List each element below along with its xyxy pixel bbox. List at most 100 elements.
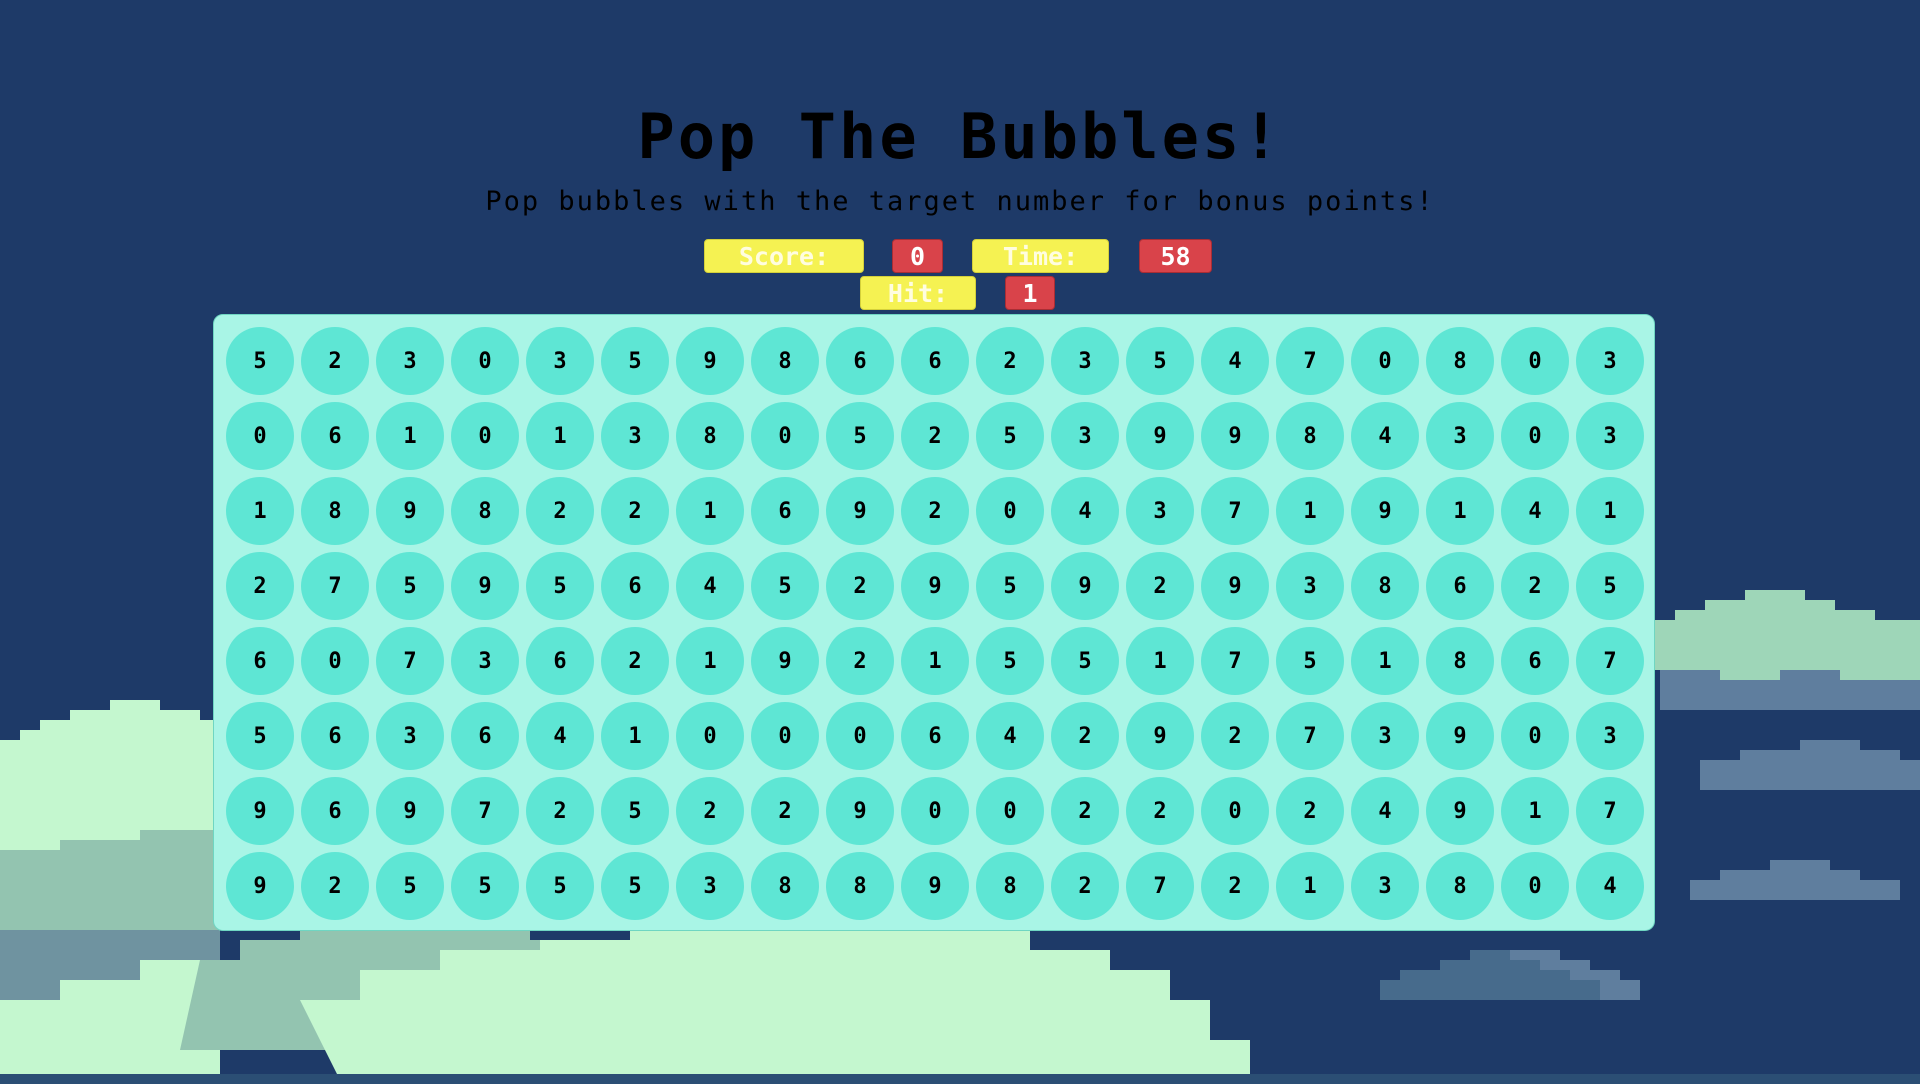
bubble[interactable]: 9 (1201, 552, 1269, 620)
bubble[interactable]: 2 (601, 627, 669, 695)
bubble[interactable]: 3 (1276, 552, 1344, 620)
bubble[interactable]: 5 (226, 702, 294, 770)
bubble[interactable]: 9 (826, 477, 894, 545)
bubble[interactable]: 2 (826, 552, 894, 620)
bubble[interactable]: 8 (1426, 627, 1494, 695)
bubble[interactable]: 1 (1501, 777, 1569, 845)
bubble[interactable]: 2 (751, 777, 819, 845)
bubble[interactable]: 0 (1351, 327, 1419, 395)
bubble[interactable]: 3 (1351, 852, 1419, 920)
bubble[interactable]: 9 (1426, 702, 1494, 770)
bubble[interactable]: 5 (226, 327, 294, 395)
bubble[interactable]: 1 (1126, 627, 1194, 695)
bubble[interactable]: 9 (1126, 402, 1194, 470)
bubble[interactable]: 5 (526, 552, 594, 620)
bubble[interactable]: 0 (1501, 402, 1569, 470)
bubble[interactable]: 7 (1576, 777, 1644, 845)
bubble[interactable]: 0 (976, 477, 1044, 545)
bubble[interactable]: 1 (901, 627, 969, 695)
bubble[interactable]: 4 (526, 702, 594, 770)
bubble[interactable]: 5 (976, 402, 1044, 470)
bubble[interactable]: 3 (1576, 702, 1644, 770)
bubble[interactable]: 5 (601, 327, 669, 395)
bubble[interactable]: 0 (826, 702, 894, 770)
bubble[interactable]: 9 (376, 477, 444, 545)
bubble[interactable]: 7 (1576, 627, 1644, 695)
bubble[interactable]: 8 (451, 477, 519, 545)
bubble[interactable]: 7 (1201, 477, 1269, 545)
bubble[interactable]: 2 (1201, 702, 1269, 770)
bubble[interactable]: 5 (976, 627, 1044, 695)
bubble[interactable]: 6 (301, 702, 369, 770)
bubble[interactable]: 1 (1276, 852, 1344, 920)
bubble[interactable]: 3 (376, 327, 444, 395)
bubble[interactable]: 5 (601, 777, 669, 845)
bubble[interactable]: 9 (376, 777, 444, 845)
bubble[interactable]: 4 (1201, 327, 1269, 395)
bubble[interactable]: 4 (1351, 777, 1419, 845)
bubble[interactable]: 8 (751, 852, 819, 920)
bubble[interactable]: 5 (601, 852, 669, 920)
bubble[interactable]: 1 (1351, 627, 1419, 695)
bubble[interactable]: 8 (826, 852, 894, 920)
bubble[interactable]: 2 (826, 627, 894, 695)
bubble[interactable]: 1 (601, 702, 669, 770)
bubble[interactable]: 7 (301, 552, 369, 620)
bubble[interactable]: 2 (976, 327, 1044, 395)
bubble[interactable]: 4 (676, 552, 744, 620)
bubble[interactable]: 6 (751, 477, 819, 545)
bubble[interactable]: 7 (1276, 327, 1344, 395)
bubble[interactable]: 9 (226, 852, 294, 920)
bubble[interactable]: 5 (1051, 627, 1119, 695)
bubble[interactable]: 0 (451, 402, 519, 470)
bubble[interactable]: 3 (1126, 477, 1194, 545)
bubble[interactable]: 1 (226, 477, 294, 545)
bubble[interactable]: 3 (451, 627, 519, 695)
bubble[interactable]: 0 (1501, 852, 1569, 920)
bubble[interactable]: 2 (1051, 777, 1119, 845)
bubble[interactable]: 0 (901, 777, 969, 845)
bubble[interactable]: 2 (1501, 552, 1569, 620)
bubble[interactable]: 4 (1576, 852, 1644, 920)
bubble[interactable]: 6 (226, 627, 294, 695)
bubble[interactable]: 5 (376, 852, 444, 920)
bubble[interactable]: 2 (226, 552, 294, 620)
bubble[interactable]: 3 (1351, 702, 1419, 770)
bubble[interactable]: 8 (301, 477, 369, 545)
bubble[interactable]: 1 (376, 402, 444, 470)
bubble[interactable]: 1 (1276, 477, 1344, 545)
bubble[interactable]: 3 (376, 702, 444, 770)
bubble[interactable]: 1 (676, 627, 744, 695)
bubble[interactable]: 0 (751, 402, 819, 470)
bubble[interactable]: 0 (1201, 777, 1269, 845)
bubble[interactable]: 9 (1201, 402, 1269, 470)
bubble[interactable]: 3 (1576, 402, 1644, 470)
bubble[interactable]: 9 (901, 852, 969, 920)
bubble[interactable]: 0 (226, 402, 294, 470)
bubble[interactable]: 1 (1576, 477, 1644, 545)
bubble[interactable]: 2 (901, 402, 969, 470)
bubble[interactable]: 2 (1201, 852, 1269, 920)
bubble[interactable]: 2 (601, 477, 669, 545)
bubble[interactable]: 2 (1051, 702, 1119, 770)
bubble[interactable]: 9 (451, 552, 519, 620)
bubble[interactable]: 5 (976, 552, 1044, 620)
bubble[interactable]: 3 (601, 402, 669, 470)
bubble[interactable]: 5 (1576, 552, 1644, 620)
bubble[interactable]: 3 (676, 852, 744, 920)
bubble[interactable]: 0 (1501, 702, 1569, 770)
bubble[interactable]: 2 (301, 852, 369, 920)
bubble[interactable]: 3 (1051, 327, 1119, 395)
bubble[interactable]: 4 (1501, 477, 1569, 545)
bubble[interactable]: 6 (901, 327, 969, 395)
bubble[interactable]: 9 (1351, 477, 1419, 545)
bubble[interactable]: 5 (526, 852, 594, 920)
bubble[interactable]: 9 (826, 777, 894, 845)
bubble[interactable]: 5 (1126, 327, 1194, 395)
bubble[interactable]: 4 (976, 702, 1044, 770)
bubble[interactable]: 9 (1426, 777, 1494, 845)
bubble[interactable]: 2 (1276, 777, 1344, 845)
bubble[interactable]: 2 (676, 777, 744, 845)
bubble[interactable]: 9 (1051, 552, 1119, 620)
bubble[interactable]: 4 (1351, 402, 1419, 470)
